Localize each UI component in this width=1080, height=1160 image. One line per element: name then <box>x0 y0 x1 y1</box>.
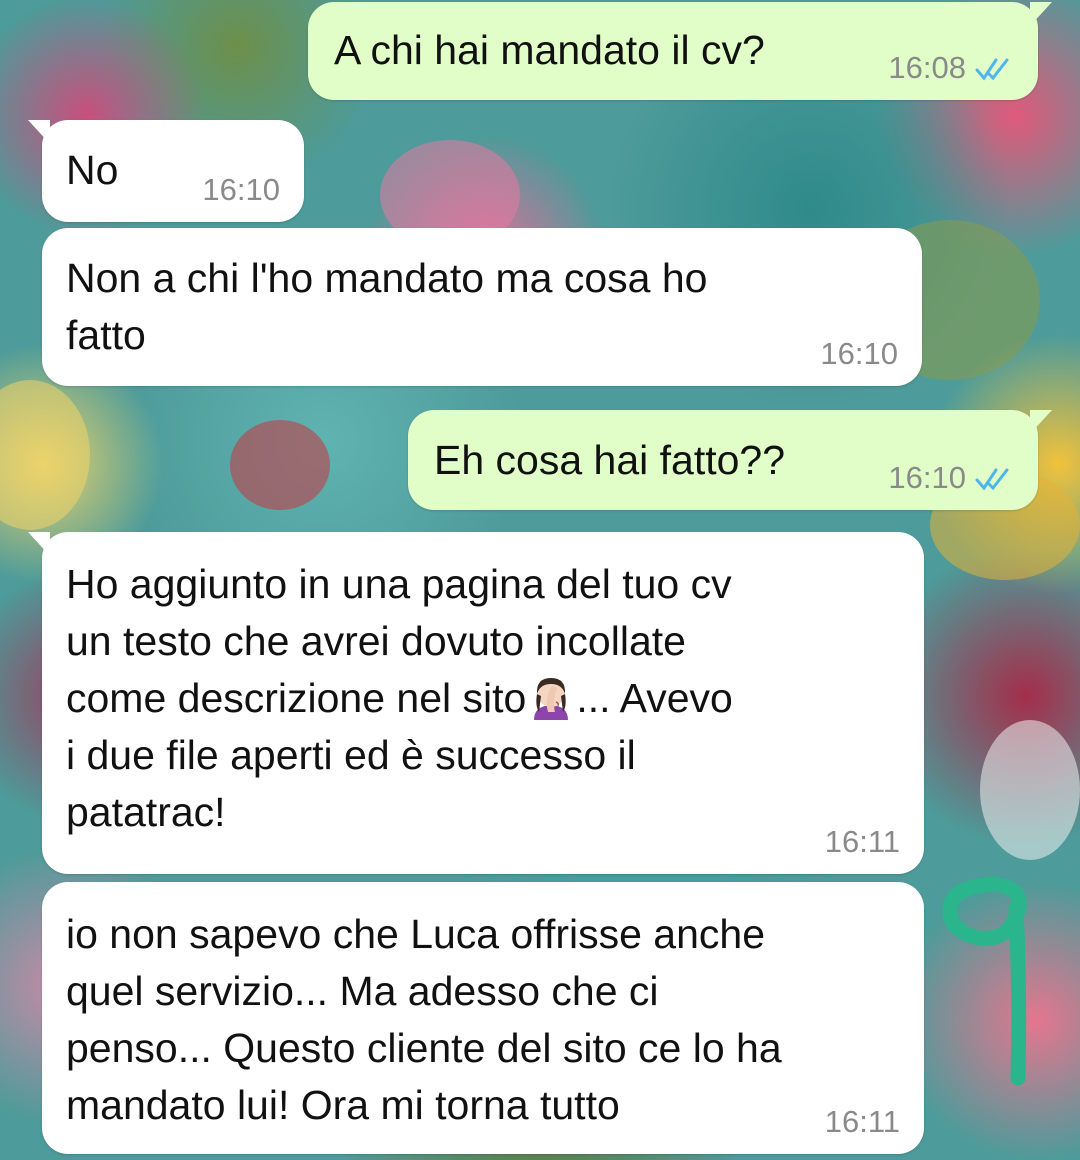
message-time: 16:10 <box>202 172 280 207</box>
message-time: 16:11 <box>824 1104 900 1139</box>
bubble-tail <box>1030 2 1052 26</box>
message-line: penso... Questo cliente del sito ce lo h… <box>66 1025 782 1071</box>
message-line: come descrizione nel sito ... Avevo <box>66 670 900 727</box>
message-line: un testo che avrei dovuto incollate <box>66 618 686 664</box>
message-line: i due file aperti ed è successo il <box>66 732 636 778</box>
message-time: 16:08 <box>888 50 966 85</box>
message-line: quel servizio... Ma adesso che ci <box>66 968 659 1014</box>
message-text-segment: come descrizione nel sito <box>66 675 527 721</box>
background-flower <box>980 720 1080 860</box>
doodle-annotation <box>942 876 1027 1086</box>
message-line: fatto <box>66 312 146 358</box>
message-line: io non sapevo che Luca offrisse anche <box>66 911 766 957</box>
message-line: patatrac! <box>66 789 226 835</box>
background-flower <box>0 380 90 530</box>
read-double-check-icon <box>975 58 1009 81</box>
message-line: Ho aggiunto in una pagina del tuo cv <box>66 561 732 607</box>
message-time: 16:10 <box>820 336 898 371</box>
bubble-tail <box>28 120 50 144</box>
message-time: 16:11 <box>824 824 900 859</box>
incoming-message[interactable]: Ho aggiunto in una pagina del tuo cv un … <box>28 532 924 874</box>
message-meta: 16:10 <box>820 336 898 372</box>
message-line: mandato lui! Ora mi torna tutto <box>66 1082 620 1128</box>
incoming-message[interactable]: No 16:10 <box>28 120 304 222</box>
outgoing-message[interactable]: A chi hai mandato il cv? 16:08 <box>308 2 1052 100</box>
incoming-message[interactable]: io non sapevo che Luca offrisse anche qu… <box>42 882 924 1154</box>
message-meta: 16:08 <box>888 50 1014 86</box>
incoming-message[interactable]: Non a chi l'ho mandato ma cosa ho fatto … <box>42 228 922 386</box>
bubble-tail <box>28 532 50 556</box>
bubble-tail <box>1030 410 1052 434</box>
message-meta: 16:10 <box>202 172 280 208</box>
read-double-check-icon <box>975 468 1009 491</box>
woman-facepalming-icon <box>534 678 569 720</box>
message-meta: 16:11 <box>825 824 900 860</box>
message-meta: 16:10 <box>888 460 1014 496</box>
background-flower <box>230 420 330 510</box>
message-text-segment: ... Avevo <box>576 675 733 721</box>
outgoing-message[interactable]: Eh cosa hai fatto?? 16:10 <box>408 410 1052 510</box>
message-line: Non a chi l'ho mandato ma cosa ho <box>66 255 708 301</box>
message-time: 16:10 <box>888 460 966 495</box>
message-meta: 16:11 <box>825 1104 900 1140</box>
